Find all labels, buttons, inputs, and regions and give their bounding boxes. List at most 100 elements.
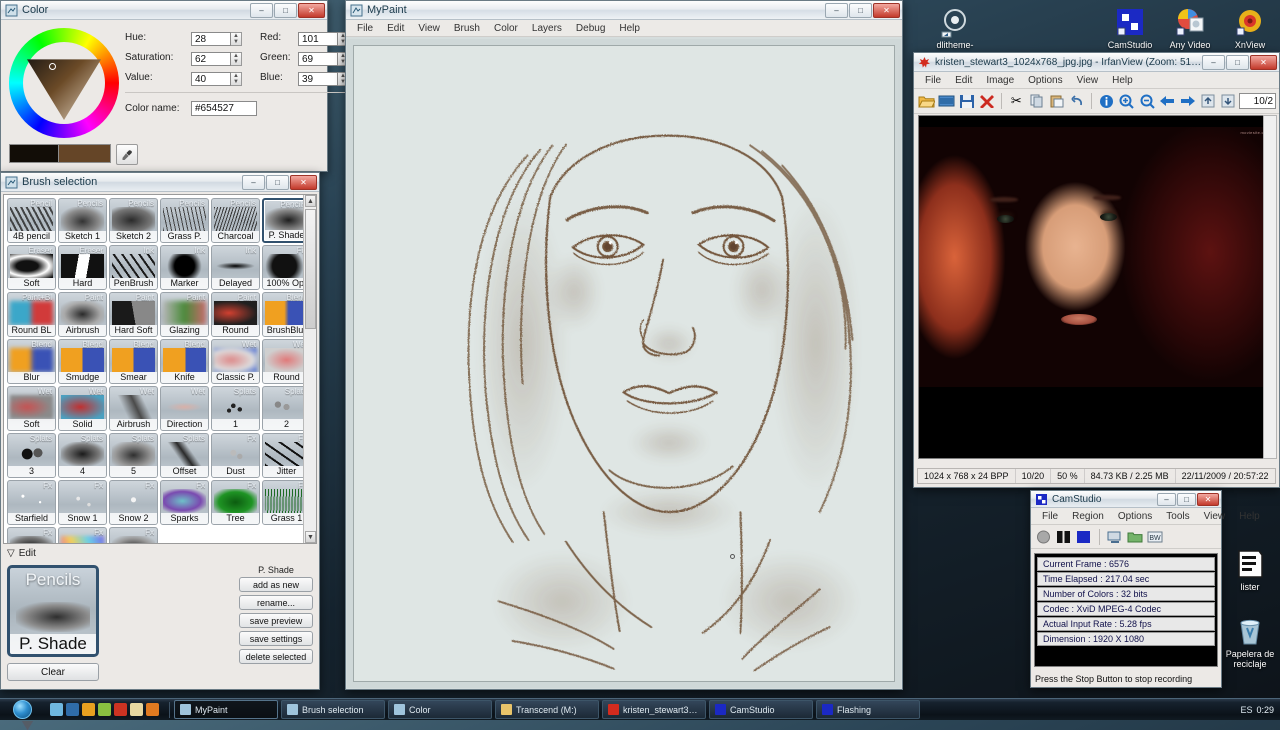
brush-cell[interactable]: Wet Soft: [7, 386, 56, 431]
firefox-icon[interactable]: [146, 703, 159, 716]
brush-cell[interactable]: Eraser Soft: [7, 245, 56, 290]
delete-icon[interactable]: [978, 92, 996, 111]
brush-cell[interactable]: Fx Snow 2: [109, 480, 158, 525]
first-icon[interactable]: [1199, 92, 1217, 111]
close-button[interactable]: ✕: [290, 174, 317, 190]
brush-cell[interactable]: Splats 1: [211, 386, 260, 431]
brush-cell[interactable]: Splats 4: [58, 433, 107, 478]
brush-cell[interactable]: Wet Classic P.: [211, 339, 260, 384]
menu-item-help[interactable]: Help: [1105, 74, 1140, 87]
menu-item-file[interactable]: File: [918, 74, 948, 87]
saturation-field-group[interactable]: Saturation: 62 ▲ ▼: [125, 52, 242, 66]
brush-cell[interactable]: Splats Offset: [160, 433, 209, 478]
menu-item-edit[interactable]: Edit: [948, 74, 979, 87]
maximize-button[interactable]: □: [1177, 492, 1196, 506]
edit-expander[interactable]: ▽ Edit: [1, 546, 319, 561]
brush-cell[interactable]: Wet Direction: [160, 386, 209, 431]
paste-icon[interactable]: [1048, 92, 1066, 111]
brush-cell[interactable]: Paint Airbrush: [58, 292, 107, 337]
color-field-row[interactable]: Saturation: 62 ▲ ▼ Green: 69 ▲ ▼: [125, 52, 349, 66]
record-icon[interactable]: [1036, 530, 1052, 544]
bw-icon[interactable]: BW: [1147, 530, 1163, 544]
blue-field-group[interactable]: Blue: 39 ▲ ▼: [260, 72, 349, 86]
maximize-button[interactable]: □: [274, 2, 297, 18]
color-name-row[interactable]: Color name: #654527: [125, 101, 349, 116]
desktop-icon-lister[interactable]: lister: [1215, 548, 1280, 592]
last-icon[interactable]: [1219, 92, 1237, 111]
brush-cell[interactable]: Wet Airbrush: [109, 386, 158, 431]
brush-grid-container[interactable]: Pencil 4B pencil Pencils Sketch 1 Pencils Ske…: [3, 194, 317, 544]
desktop-icon-xnview[interactable]: XnView: [1215, 6, 1280, 50]
menu-item-help[interactable]: Help: [1232, 510, 1267, 523]
menu-item-layers[interactable]: Layers: [525, 22, 569, 35]
brush-cell[interactable]: Pencils Grass P.: [160, 198, 209, 243]
zoom-in-icon[interactable]: [1118, 92, 1136, 111]
value-field-group[interactable]: Value: 40 ▲ ▼: [125, 72, 242, 86]
brush-cell[interactable]: Pencils Sketch 1: [58, 198, 107, 243]
mypaint-canvas[interactable]: [353, 45, 895, 682]
menu-item-color[interactable]: Color: [487, 22, 525, 35]
image-counter-input[interactable]: 10/2: [1239, 93, 1277, 109]
speaker-icon[interactable]: [22, 720, 33, 730]
menu-item-view[interactable]: View: [411, 22, 447, 35]
irfanview-window[interactable]: kristen_stewart3_1024x768_jpg.jpg - Irfa…: [913, 52, 1280, 488]
brush-cell[interactable]: Blend Smudge: [58, 339, 107, 384]
brush-selection-titlebar[interactable]: Brush selection – □ ✕: [1, 173, 319, 192]
system-tray[interactable]: ES 0:29: [22, 705, 1280, 730]
camstudio-toolbar[interactable]: BW: [1031, 525, 1221, 549]
close-button[interactable]: ✕: [873, 2, 900, 18]
screen-icon[interactable]: [1107, 530, 1123, 544]
saturation-input[interactable]: 62: [191, 52, 231, 66]
brush-window-buttons[interactable]: – □ ✕: [242, 174, 317, 190]
minimize-button[interactable]: –: [242, 174, 265, 190]
brush-cell[interactable]: Ink Delayed: [211, 245, 260, 290]
brush-cell[interactable]: Pencils Sketch 2: [109, 198, 158, 243]
desktop-icon-dlitheme[interactable]: dlitheme-: [920, 6, 990, 50]
brush-cell[interactable]: Paint Hard Soft: [109, 292, 158, 337]
tray-language[interactable]: ES: [1240, 705, 1252, 715]
maximize-button[interactable]: □: [1226, 54, 1249, 70]
brush-cell[interactable]: Pencils Charcoal: [211, 198, 260, 243]
menu-item-image[interactable]: Image: [979, 74, 1021, 87]
mypaint-titlebar[interactable]: MyPaint – □ ✕: [346, 1, 902, 20]
show-desktop-icon[interactable]: [50, 703, 63, 716]
saturation-stepper[interactable]: ▲ ▼: [231, 52, 242, 66]
irfanview-window-buttons[interactable]: – □ ✕: [1202, 54, 1277, 70]
camstudio-titlebar[interactable]: CamStudio – □ ✕: [1031, 491, 1221, 508]
minimize-button[interactable]: –: [1157, 492, 1176, 506]
save-preview-button[interactable]: save preview: [239, 613, 313, 628]
menu-item-view[interactable]: View: [1197, 510, 1233, 523]
brush-cell[interactable]: Paint+Bl Round BL: [7, 292, 56, 337]
minimize-button[interactable]: –: [825, 2, 848, 18]
hue-input[interactable]: 28: [191, 32, 231, 46]
color-swatches[interactable]: [9, 144, 138, 165]
previous-color-swatch[interactable]: [9, 144, 59, 163]
menu-item-file[interactable]: File: [1035, 510, 1065, 523]
close-button[interactable]: ✕: [1250, 54, 1277, 70]
maximize-button[interactable]: □: [849, 2, 872, 18]
irfanview-image-viewport[interactable]: moviesite.com: [918, 115, 1275, 459]
scrollbar-thumb[interactable]: [305, 209, 316, 329]
utorrent-icon[interactable]: [98, 703, 111, 716]
menu-item-brush[interactable]: Brush: [447, 22, 487, 35]
taskbar-button[interactable]: kristen_stewart3_102...: [602, 700, 706, 719]
camstudio-window[interactable]: CamStudio – □ ✕ File Region Options Tools Vi…: [1030, 490, 1260, 688]
minimize-button[interactable]: –: [1202, 54, 1225, 70]
explorer-icon[interactable]: [114, 703, 127, 716]
menu-item-options[interactable]: Options: [1021, 74, 1069, 87]
rename-button[interactable]: rename...: [239, 595, 313, 610]
close-button[interactable]: ✕: [298, 2, 325, 18]
clear-button[interactable]: Clear: [7, 663, 99, 681]
brush-cell[interactable]: Splats 5: [109, 433, 158, 478]
info-icon[interactable]: [1097, 92, 1115, 111]
color-name-input[interactable]: #654527: [191, 101, 257, 116]
save-settings-button[interactable]: save settings: [239, 631, 313, 646]
brush-cell[interactable]: Paint Glazing: [160, 292, 209, 337]
previous-icon[interactable]: [1158, 92, 1176, 111]
taskbar-button[interactable]: Flashing: [816, 700, 920, 719]
window-icon[interactable]: [66, 703, 79, 716]
hue-stepper[interactable]: ▲ ▼: [231, 32, 242, 46]
menu-item-region[interactable]: Region: [1065, 510, 1111, 523]
pause-icon[interactable]: [1056, 530, 1072, 544]
color-field-row[interactable]: Hue: 28 ▲ ▼ Red: 101 ▲ ▼: [125, 32, 349, 46]
